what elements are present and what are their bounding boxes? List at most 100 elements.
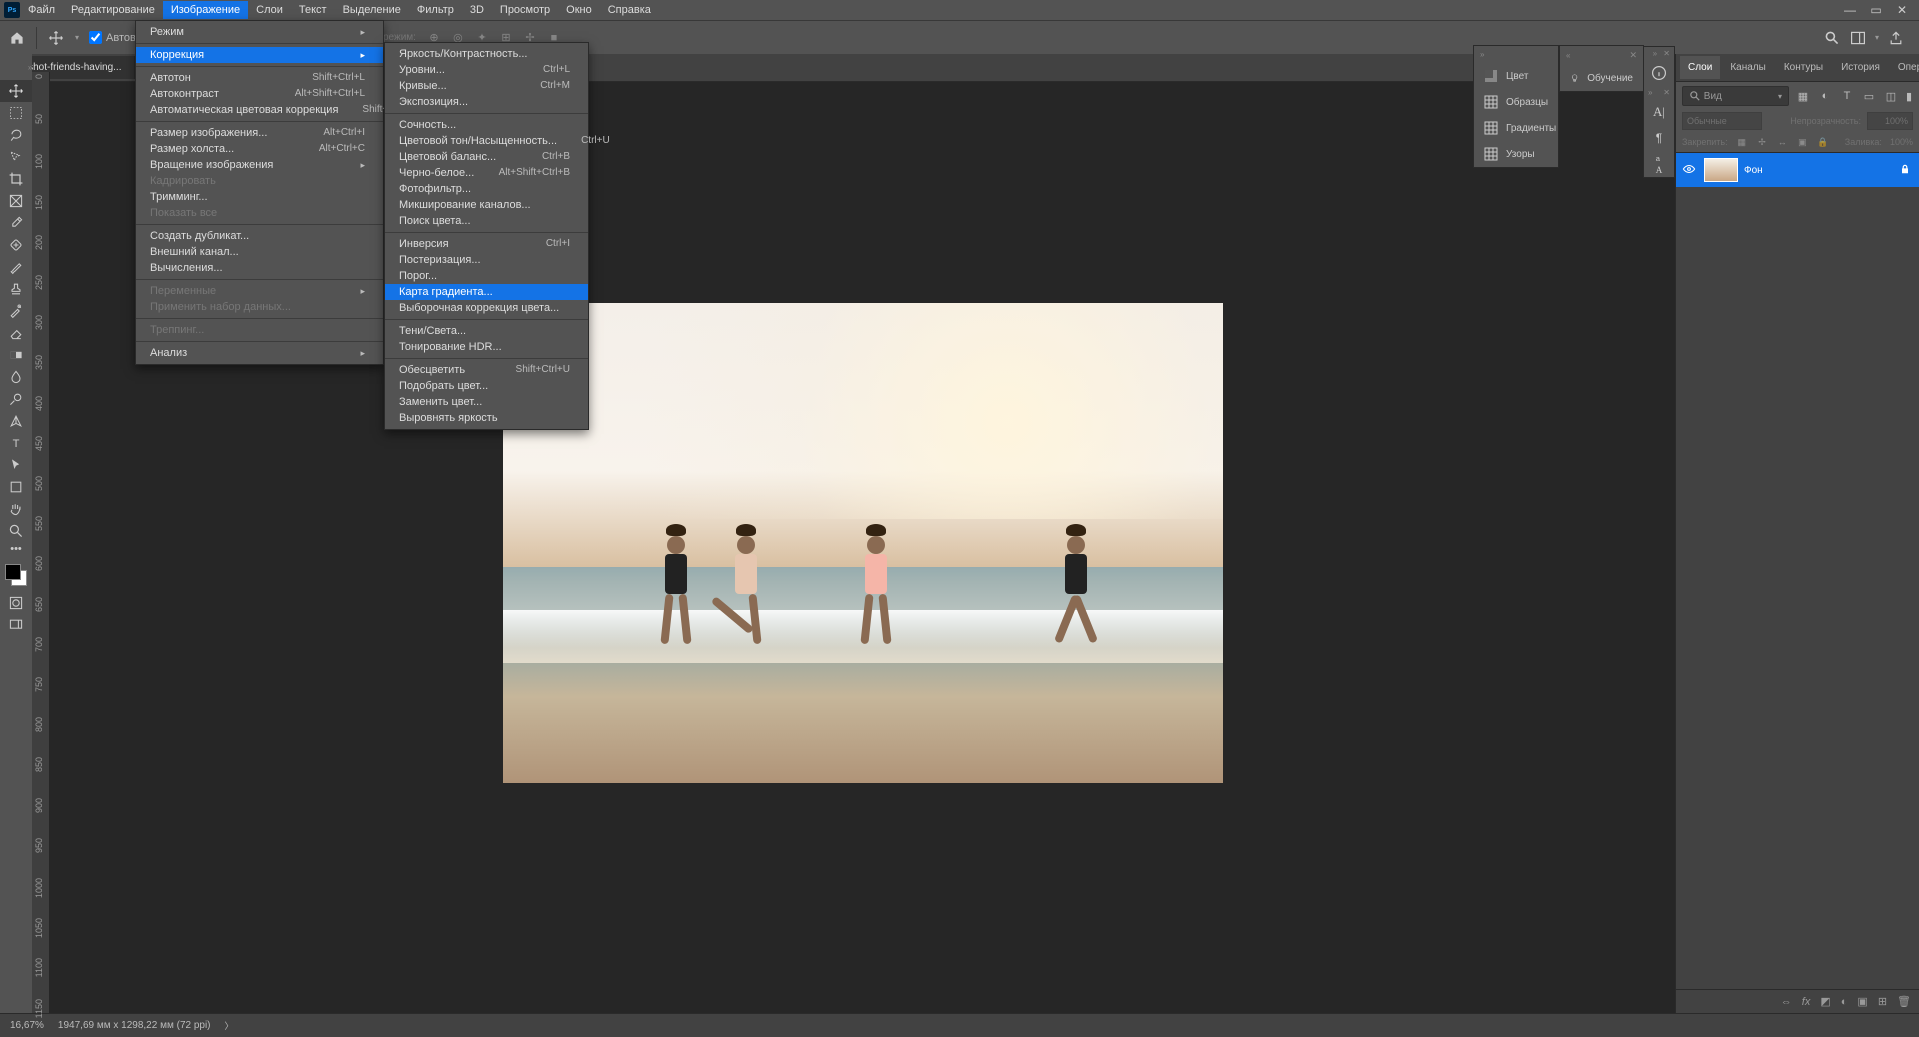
panel-tab-каналы[interactable]: Каналы	[1722, 56, 1774, 79]
lock-artboard-icon[interactable]: ▣	[1796, 134, 1808, 150]
close-window-button[interactable]: ✕	[1889, 0, 1915, 20]
eyedropper-tool[interactable]	[0, 212, 32, 234]
type-tool[interactable]: T	[0, 432, 32, 454]
home-icon[interactable]	[8, 29, 26, 47]
menu-item[interactable]: ИнверсияCtrl+I	[385, 236, 588, 252]
menu-item[interactable]: Автоматическая цветовая коррекцияShift+C…	[136, 102, 383, 118]
stamp-tool[interactable]	[0, 278, 32, 300]
menu-редактирование[interactable]: Редактирование	[63, 1, 163, 19]
frame-tool[interactable]	[0, 190, 32, 212]
opacity-field[interactable]: 100%	[1867, 112, 1913, 130]
share-icon[interactable]	[1887, 29, 1905, 47]
adjustment-icon[interactable]: ◐	[1841, 996, 1848, 1008]
blend-mode-select[interactable]: Обычные	[1682, 112, 1762, 130]
menu-item[interactable]: Постеризация...	[385, 252, 588, 268]
doc-info[interactable]: 1947,69 мм x 1298,22 мм (72 ppi)	[58, 1020, 211, 1031]
menu-item[interactable]: Сочность...	[385, 117, 588, 133]
screen-mode-icon[interactable]	[0, 614, 32, 636]
fx-icon[interactable]: fx	[1802, 996, 1811, 1008]
zoom-tool[interactable]	[0, 520, 32, 542]
panel-tab-операции[interactable]: Операции	[1890, 56, 1919, 79]
menu-item[interactable]: Заменить цвет...	[385, 394, 588, 410]
layer-row[interactable]: Фон	[1676, 153, 1919, 187]
zoom-level[interactable]: 16,67%	[10, 1020, 44, 1031]
menu-item[interactable]: Анализ	[136, 345, 383, 361]
menu-item[interactable]: Поиск цвета...	[385, 213, 588, 229]
character-panel-icon[interactable]: A|	[1644, 99, 1674, 125]
menu-item[interactable]: Порог...	[385, 268, 588, 284]
menu-item[interactable]: Вращение изображения	[136, 157, 383, 173]
edit-toolbar-icon[interactable]: •••	[0, 542, 32, 556]
layer-name[interactable]: Фон	[1744, 165, 1893, 176]
menu-item[interactable]: Кривые...Ctrl+M	[385, 78, 588, 94]
menu-справка[interactable]: Справка	[600, 1, 659, 19]
menu-item[interactable]: Тримминг...	[136, 189, 383, 205]
panel-tab-слои[interactable]: Слои	[1680, 56, 1720, 79]
collapse-icon[interactable]: «	[1566, 51, 1570, 60]
menu-просмотр[interactable]: Просмотр	[492, 1, 558, 19]
group-icon[interactable]: ▣	[1857, 995, 1867, 1008]
filter-smart-icon[interactable]: ◫	[1883, 88, 1899, 104]
link-layers-icon[interactable]: ⇔	[1781, 996, 1792, 1008]
menu-item[interactable]: Размер холста...Alt+Ctrl+C	[136, 141, 383, 157]
menu-item[interactable]: АвтоконтрастAlt+Shift+Ctrl+L	[136, 86, 383, 102]
shape-tool[interactable]	[0, 476, 32, 498]
search-icon[interactable]	[1823, 29, 1841, 47]
lock-all-icon[interactable]: ▦	[1736, 134, 1748, 150]
filter-toggle-icon[interactable]: ▮	[1905, 88, 1913, 104]
panel-row-3[interactable]: Узоры	[1474, 141, 1558, 167]
info-panel-icon[interactable]	[1644, 60, 1674, 86]
doc-info-chevron-icon[interactable]: 〉	[225, 1019, 234, 1032]
panel-row-1[interactable]: Образцы	[1474, 89, 1558, 115]
visibility-icon[interactable]	[1682, 162, 1698, 179]
lasso-tool[interactable]	[0, 124, 32, 146]
menu-item[interactable]: Вычисления...	[136, 260, 383, 276]
minimize-button[interactable]: —	[1837, 0, 1863, 20]
quick-mask-icon[interactable]	[0, 592, 32, 614]
gradient-tool[interactable]	[0, 344, 32, 366]
lock-icon[interactable]	[1899, 163, 1913, 178]
menu-item[interactable]: Коррекция	[136, 47, 383, 63]
menu-item[interactable]: Выровнять яркость	[385, 410, 588, 426]
menu-item[interactable]: Фотофильтр...	[385, 181, 588, 197]
menu-item[interactable]: Яркость/Контрастность...	[385, 46, 588, 62]
learn-row[interactable]: Обучение	[1560, 65, 1643, 91]
menu-item[interactable]: Микширование каналов...	[385, 197, 588, 213]
menu-слои[interactable]: Слои	[248, 1, 291, 19]
menu-выделение[interactable]: Выделение	[335, 1, 409, 19]
menu-окно[interactable]: Окно	[558, 1, 600, 19]
menu-item[interactable]: Выборочная коррекция цвета...	[385, 300, 588, 316]
move-tool[interactable]	[0, 80, 32, 102]
menu-item[interactable]: Тени/Света...	[385, 323, 588, 339]
menu-item[interactable]: Размер изображения...Alt+Ctrl+I	[136, 125, 383, 141]
close-panel-icon[interactable]: ✕	[1629, 50, 1637, 61]
fill-field[interactable]: 100%	[1890, 137, 1913, 147]
menu-item[interactable]: Тонирование HDR...	[385, 339, 588, 355]
history-brush-tool[interactable]	[0, 300, 32, 322]
menu-файл[interactable]: Файл	[20, 1, 63, 19]
collapse-icon[interactable]: »	[1480, 50, 1484, 59]
trash-icon[interactable]: 🗑	[1897, 995, 1911, 1008]
hand-tool[interactable]	[0, 498, 32, 520]
maximize-button[interactable]: ▭	[1863, 0, 1889, 20]
menu-item[interactable]: Внешний канал...	[136, 244, 383, 260]
filter-shape-icon[interactable]: ▭	[1861, 88, 1877, 104]
mask-icon[interactable]: ◩	[1820, 995, 1830, 1008]
lock-pixels-icon[interactable]: ↔	[1776, 134, 1788, 150]
lock-lock-icon[interactable]: 🔒	[1817, 134, 1829, 150]
glyphs-panel-icon[interactable]: aA	[1644, 151, 1674, 177]
layer-filter-select[interactable]: Вид ▾	[1682, 86, 1789, 106]
menu-item[interactable]: АвтотонShift+Ctrl+L	[136, 70, 383, 86]
marquee-tool[interactable]	[0, 102, 32, 124]
blur-tool[interactable]	[0, 366, 32, 388]
workspace-icon[interactable]	[1849, 29, 1867, 47]
menu-item[interactable]: Экспозиция...	[385, 94, 588, 110]
paragraph-panel-icon[interactable]: ¶	[1644, 125, 1674, 151]
menu-item[interactable]: Черно-белое...Alt+Shift+Ctrl+B	[385, 165, 588, 181]
menu-item[interactable]: Подобрать цвет...	[385, 378, 588, 394]
dodge-tool[interactable]	[0, 388, 32, 410]
menu-item[interactable]: Режим	[136, 24, 383, 40]
lock-position-icon[interactable]: ✢	[1756, 134, 1768, 150]
menu-item[interactable]: Цветовой тон/Насыщенность...Ctrl+U	[385, 133, 588, 149]
pen-tool[interactable]	[0, 410, 32, 432]
